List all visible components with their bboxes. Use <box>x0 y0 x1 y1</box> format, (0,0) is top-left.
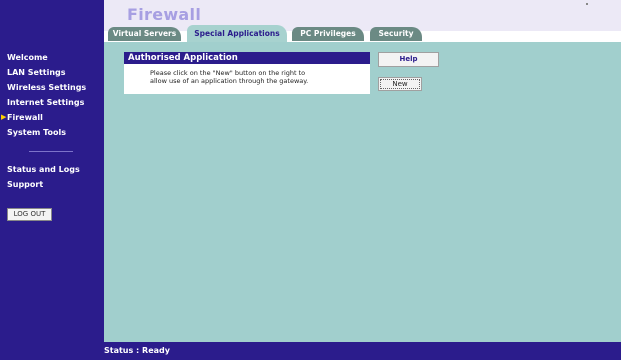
status-bar: Status : Ready <box>0 342 621 360</box>
sidebar-item-label: Status and Logs <box>7 165 80 174</box>
sidebar-item-status-and-logs[interactable]: Status and Logs <box>0 162 104 177</box>
sidebar-item-firewall[interactable]: ▶ Firewall <box>0 110 104 125</box>
header-dot <box>586 3 588 5</box>
new-button-label: New <box>380 79 420 89</box>
status-text: Status : Ready <box>104 346 170 355</box>
tab-pc-privileges[interactable]: PC Privileges <box>292 27 364 41</box>
instruction-line-2: allow use of an application through the … <box>150 77 309 85</box>
panel-title: Authorised Application <box>124 52 370 64</box>
sidebar-nav: Welcome LAN Settings Wireless Settings I… <box>0 50 104 140</box>
sidebar-item-wireless-settings[interactable]: Wireless Settings <box>0 80 104 95</box>
sidebar-item-lan-settings[interactable]: LAN Settings <box>0 65 104 80</box>
sidebar-item-support[interactable]: Support <box>0 177 104 192</box>
sidebar-item-label: Welcome <box>7 53 48 62</box>
sidebar: Welcome LAN Settings Wireless Settings I… <box>0 0 104 342</box>
sidebar-item-welcome[interactable]: Welcome <box>0 50 104 65</box>
page-title: Firewall <box>127 5 202 24</box>
tab-special-applications[interactable]: Special Applications <box>187 25 287 42</box>
active-arrow-icon: ▶ <box>1 113 7 121</box>
sidebar-divider <box>29 151 73 152</box>
tab-virtual-servers[interactable]: Virtual Servers <box>108 27 181 41</box>
sidebar-nav-secondary: Status and Logs Support <box>0 162 104 192</box>
sidebar-item-label: System Tools <box>7 128 66 137</box>
help-button[interactable]: Help <box>378 52 439 67</box>
sidebar-item-label: Firewall <box>7 113 43 122</box>
logout-button[interactable]: LOG OUT <box>7 208 52 221</box>
sidebar-item-system-tools[interactable]: System Tools <box>0 125 104 140</box>
main-content: Authorised Application Please click on t… <box>104 42 621 342</box>
sidebar-item-label: Support <box>7 180 44 189</box>
tab-bar: Virtual Servers Special Applications PC … <box>104 25 621 42</box>
instruction-line-1: Please click on the "New" button on the … <box>150 69 306 77</box>
sidebar-item-label: Internet Settings <box>7 98 85 107</box>
authorised-application-panel: Authorised Application Please click on t… <box>124 52 370 94</box>
sidebar-item-internet-settings[interactable]: Internet Settings <box>0 95 104 110</box>
sidebar-item-label: LAN Settings <box>7 68 66 77</box>
sidebar-item-label: Wireless Settings <box>7 83 87 92</box>
new-button[interactable]: New <box>378 77 422 91</box>
panel-instructions: Please click on the "New" button on the … <box>124 64 370 85</box>
tab-security[interactable]: Security <box>370 27 422 41</box>
